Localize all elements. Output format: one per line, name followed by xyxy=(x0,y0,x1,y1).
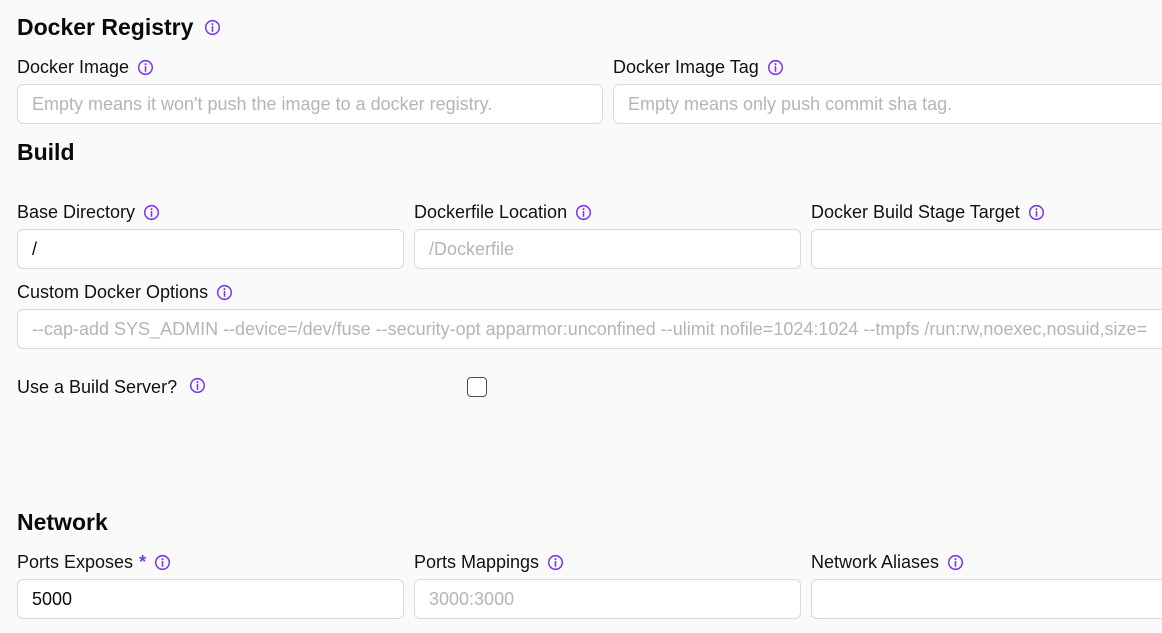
build-stage-target-label: Docker Build Stage Target xyxy=(811,201,1045,223)
network-title: Network xyxy=(17,509,108,535)
info-icon[interactable] xyxy=(1028,204,1045,221)
base-directory-input[interactable] xyxy=(17,229,404,269)
network-aliases-label: Network Aliases xyxy=(811,551,964,573)
docker-registry-title: Docker Registry xyxy=(17,14,194,40)
docker-image-tag-input[interactable] xyxy=(613,84,1162,124)
custom-docker-options-label: Custom Docker Options xyxy=(17,281,233,303)
docker-image-input[interactable] xyxy=(17,84,603,124)
ports-mappings-label: Ports Mappings xyxy=(414,551,564,573)
info-icon[interactable] xyxy=(189,377,206,394)
docker-image-tag-label: Docker Image Tag xyxy=(613,56,784,78)
info-icon[interactable] xyxy=(767,59,784,76)
use-build-server-label-text: Use a Build Server? xyxy=(17,377,178,397)
build-stage-target-label-text: Docker Build Stage Target xyxy=(811,202,1020,222)
ports-exposes-label-text: Ports Exposes xyxy=(17,552,134,572)
ports-exposes-label: Ports Exposes * xyxy=(17,551,171,573)
docker-image-tag-label-text: Docker Image Tag xyxy=(613,57,759,77)
ports-mappings-input[interactable] xyxy=(414,579,801,619)
dockerfile-location-label: Dockerfile Location xyxy=(414,201,592,223)
base-directory-label-text: Base Directory xyxy=(17,202,136,222)
info-icon[interactable] xyxy=(547,554,564,571)
dockerfile-location-input[interactable] xyxy=(414,229,801,269)
docker-registry-heading: Docker Registry xyxy=(17,13,221,41)
info-icon[interactable] xyxy=(216,284,233,301)
dockerfile-location-label-text: Dockerfile Location xyxy=(414,202,568,222)
custom-docker-options-input[interactable] xyxy=(17,309,1162,349)
build-title: Build xyxy=(17,139,75,165)
info-icon[interactable] xyxy=(143,204,160,221)
info-icon[interactable] xyxy=(137,59,154,76)
info-icon[interactable] xyxy=(204,19,221,36)
info-icon[interactable] xyxy=(575,204,592,221)
custom-docker-options-label-text: Custom Docker Options xyxy=(17,282,209,302)
info-icon[interactable] xyxy=(154,554,171,571)
use-build-server-label: Use a Build Server? xyxy=(17,376,206,398)
base-directory-label: Base Directory xyxy=(17,201,160,223)
required-marker: * xyxy=(139,552,147,572)
ports-mappings-label-text: Ports Mappings xyxy=(414,552,540,572)
network-aliases-input[interactable] xyxy=(811,579,1162,619)
build-stage-target-input[interactable] xyxy=(811,229,1162,269)
ports-exposes-input[interactable] xyxy=(17,579,404,619)
network-aliases-label-text: Network Aliases xyxy=(811,552,940,572)
info-icon[interactable] xyxy=(947,554,964,571)
docker-image-label: Docker Image xyxy=(17,56,154,78)
use-build-server-checkbox[interactable] xyxy=(467,377,487,397)
docker-image-label-text: Docker Image xyxy=(17,57,130,77)
